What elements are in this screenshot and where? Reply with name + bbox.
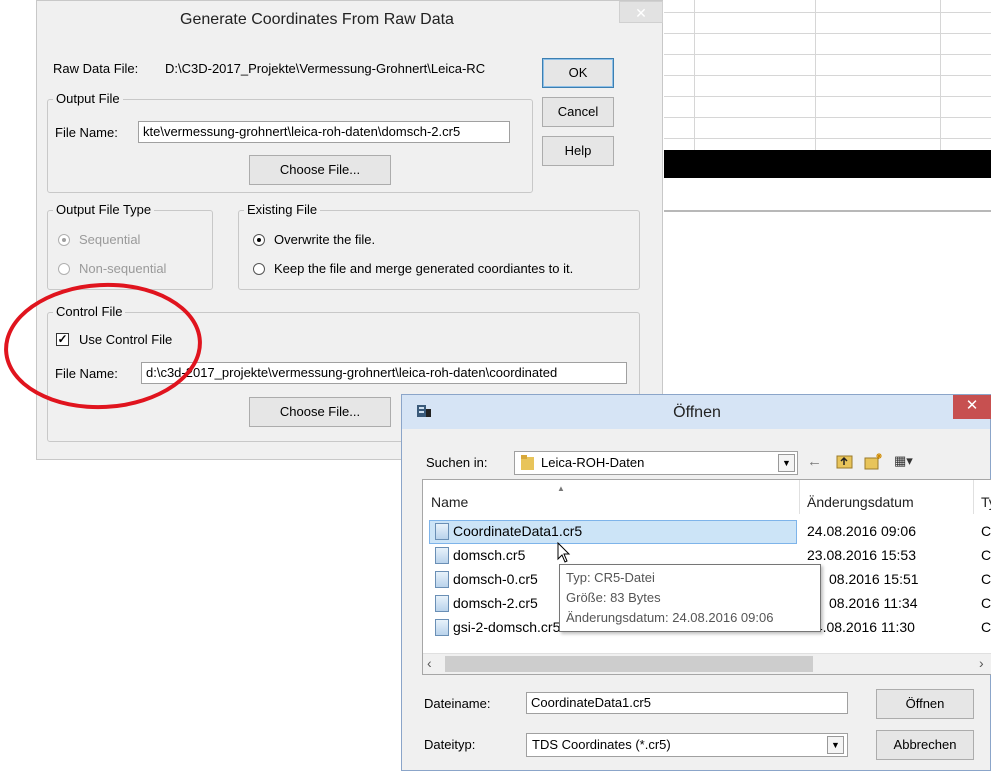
close-button[interactable]: ✕ xyxy=(619,1,663,23)
filetype-value: TDS Coordinates (*.cr5) xyxy=(532,737,671,752)
column-name-header[interactable]: Name xyxy=(431,494,468,510)
file-icon xyxy=(435,523,449,540)
file-tooltip: Typ: CR5-Datei Größe: 83 Bytes Änderungs… xyxy=(559,564,821,632)
view-menu-icon[interactable]: ▦▾ xyxy=(894,453,913,469)
new-folder-icon[interactable] xyxy=(864,452,884,470)
column-modified-header[interactable]: Änderungsdatum xyxy=(807,494,914,510)
cancel-button[interactable]: Cancel xyxy=(542,97,614,127)
back-arrow-icon[interactable]: ← xyxy=(807,453,822,470)
tooltip-size: Größe: 83 Bytes xyxy=(566,590,661,605)
output-choose-file-button[interactable]: Choose File... xyxy=(249,155,391,185)
overwrite-radio[interactable] xyxy=(253,234,265,246)
file-modified: 23.08.2016 15:53 xyxy=(807,547,916,563)
scroll-left-icon[interactable]: ‹ xyxy=(427,655,432,671)
merge-radio[interactable] xyxy=(253,263,265,275)
open-dialog-title: Öffnen xyxy=(673,404,721,421)
raw-data-label: Raw Data File: xyxy=(53,61,139,76)
scroll-right-icon[interactable]: › xyxy=(979,655,984,671)
file-type: Cl xyxy=(981,619,991,635)
mouse-cursor-icon xyxy=(557,541,571,564)
open-file-dialog: Öffnen ✕ Suchen in: Leica-ROH-Daten ▼ ← … xyxy=(401,394,991,771)
file-icon xyxy=(435,595,449,612)
file-icon xyxy=(435,547,449,564)
filetype-combo[interactable]: TDS Coordinates (*.cr5) ▼ xyxy=(526,733,848,757)
control-file-name-label: File Name: xyxy=(55,366,118,381)
use-control-file-checkbox[interactable]: ✓ xyxy=(56,333,69,346)
file-name[interactable]: domsch.cr5 xyxy=(453,544,525,568)
open-dialog-titlebar[interactable]: Öffnen ✕ xyxy=(402,395,991,429)
horizontal-scrollbar[interactable]: ‹ › xyxy=(423,653,991,674)
look-in-combo[interactable]: Leica-ROH-Daten ▼ xyxy=(514,451,798,475)
abbrechen-button[interactable]: Abbrechen xyxy=(876,730,974,760)
open-close-button[interactable]: ✕ xyxy=(953,395,991,419)
file-name: CoordinateData1.cr5 xyxy=(453,523,583,539)
tooltip-type: Typ: CR5-Datei xyxy=(566,570,655,585)
output-file-type-group xyxy=(47,210,213,290)
open-button[interactable]: Öffnen xyxy=(876,689,974,719)
file-list[interactable]: Name ▲ Änderungsdatum Ty CoordinateData1… xyxy=(422,479,991,675)
file-name[interactable]: gsi-2-domsch.cr5 xyxy=(453,616,560,640)
overwrite-label: Overwrite the file. xyxy=(274,232,376,247)
file-modified: 24.08.2016 09:06 xyxy=(807,523,916,539)
non-sequential-label: Non-sequential xyxy=(79,261,167,276)
file-icon xyxy=(435,571,449,588)
look-in-value: Leica-ROH-Daten xyxy=(541,455,645,470)
output-file-type-title: Output File Type xyxy=(53,202,155,217)
look-in-label: Suchen in: xyxy=(426,455,488,470)
control-file-name-input[interactable]: d:\c3d-2017_projekte\vermessung-grohnert… xyxy=(141,362,627,384)
existing-file-group xyxy=(238,210,640,290)
use-control-file-label: Use Control File xyxy=(79,332,173,347)
scroll-thumb[interactable] xyxy=(445,656,813,672)
file-icon xyxy=(435,619,449,636)
folder-up-icon[interactable] xyxy=(836,453,854,469)
chevron-down-icon[interactable]: ▼ xyxy=(827,736,844,754)
control-choose-file-button[interactable]: Choose File... xyxy=(249,397,391,427)
file-name[interactable]: domsch-0.cr5 xyxy=(453,568,538,592)
help-button[interactable]: Help xyxy=(542,136,614,166)
file-modified: 08.2016 15:51 xyxy=(829,571,919,587)
filetype-label: Dateityp: xyxy=(424,737,476,752)
non-sequential-radio[interactable] xyxy=(58,263,70,275)
tooltip-date: Änderungsdatum: 24.08.2016 09:06 xyxy=(566,610,774,625)
output-file-name-label: File Name: xyxy=(55,125,118,140)
sequential-label: Sequential xyxy=(79,232,141,247)
generate-coordinates-dialog: Generate Coordinates From Raw Data ✕ Raw… xyxy=(36,0,663,460)
highlighted-row xyxy=(664,150,991,178)
output-file-name-input[interactable]: kte\vermessung-grohnert\leica-roh-daten\… xyxy=(138,121,510,143)
raw-data-path: D:\C3D-2017_Projekte\Vermessung-Grohnert… xyxy=(165,61,486,76)
file-modified: 24.08.2016 11:30 xyxy=(807,619,915,635)
output-file-group-title: Output File xyxy=(53,91,123,106)
background-sheet xyxy=(664,0,991,215)
control-file-title: Control File xyxy=(53,304,126,319)
filename-input[interactable]: CoordinateData1.cr5 xyxy=(526,692,848,714)
dialog-titlebar[interactable]: Generate Coordinates From Raw Data ✕ xyxy=(37,1,663,39)
dialog-title: Generate Coordinates From Raw Data xyxy=(180,11,454,28)
file-type: Cl xyxy=(981,547,991,563)
file-type: Cl xyxy=(981,523,991,539)
file-name[interactable]: domsch-2.cr5 xyxy=(453,592,538,616)
sort-up-icon: ▲ xyxy=(557,484,565,493)
folder-icon xyxy=(521,455,535,471)
file-modified: 08.2016 11:34 xyxy=(829,595,918,611)
ok-button[interactable]: OK xyxy=(542,58,614,88)
column-type-header[interactable]: Ty xyxy=(981,494,991,510)
existing-file-title: Existing File xyxy=(244,202,321,217)
merge-label: Keep the file and merge generated coordi… xyxy=(274,261,574,276)
file-type: Cl xyxy=(981,571,991,587)
filename-label: Dateiname: xyxy=(424,696,491,711)
chevron-down-icon[interactable]: ▼ xyxy=(778,454,795,472)
file-type: Cl xyxy=(981,595,991,611)
sequential-radio[interactable] xyxy=(58,234,70,246)
